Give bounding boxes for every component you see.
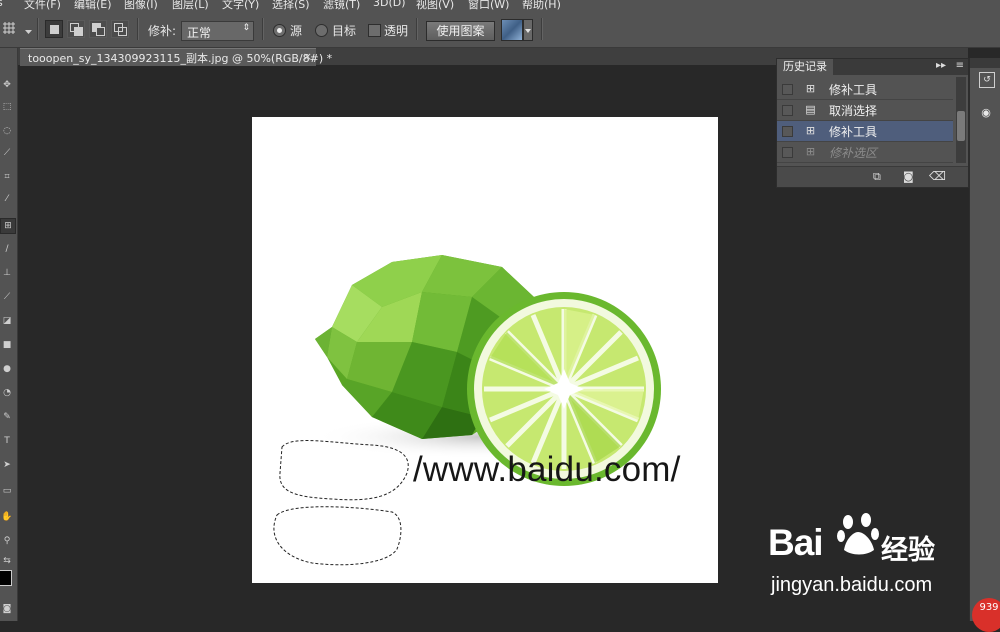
trash-icon[interactable]: ⌫ <box>929 169 946 183</box>
clone-stamp-tool-icon[interactable]: ⊥ <box>0 266 14 280</box>
camera-snapshot-icon[interactable]: ◙ <box>903 170 914 183</box>
brush-tool-icon[interactable]: ∕ <box>0 242 14 256</box>
path-select-tool-icon[interactable]: ➤ <box>0 458 14 472</box>
patch-tool-icon[interactable]: ⊞ <box>0 218 16 234</box>
quick-select-tool-icon[interactable]: ⟋ <box>0 146 14 160</box>
tools-panel: ✥ ⬚ ◌ ⟋ ⌗ ⁄ ⊞ ∕ ⊥ ⟋ ◪ ■ ● ◔ ✎ T ➤ ▭ ✋ ⚲ … <box>0 48 18 621</box>
document-title: tooopen_sy_134309923115_副本.jpg @ 50%(RGB… <box>28 52 333 65</box>
history-item[interactable]: ⊞ 修补工具 <box>777 79 953 100</box>
menu-edit[interactable]: 编辑(E) <box>74 0 112 10</box>
watermark-brand-suffix: 经验 <box>881 535 935 566</box>
intersect-selection-icon[interactable] <box>111 20 129 38</box>
move-tool-icon[interactable]: ✥ <box>0 78 14 92</box>
transparent-checkbox[interactable] <box>368 24 381 37</box>
patch-selection-marquee <box>273 440 409 566</box>
lasso-tool-icon[interactable]: ◌ <box>0 124 14 138</box>
new-document-from-state-icon[interactable]: ⧉ <box>873 170 881 184</box>
paw-logo-icon <box>837 513 879 555</box>
notification-badge[interactable]: 939 <box>972 598 1000 632</box>
eyedropper-tool-icon[interactable]: ⁄ <box>0 192 14 206</box>
preset-dropdown-arrow-icon[interactable] <box>25 25 32 38</box>
menu-help[interactable]: 帮助(H) <box>522 0 561 10</box>
pattern-swatch[interactable] <box>501 19 523 41</box>
history-scrollbar[interactable] <box>956 77 966 163</box>
menu-image[interactable]: 图像(I) <box>124 0 158 10</box>
image-canvas[interactable]: /www.baidu.com/ <box>252 117 718 583</box>
history-item-checkbox[interactable] <box>782 105 793 116</box>
document-tab[interactable]: tooopen_sy_134309923115_副本.jpg @ 50%(RGB… <box>20 48 332 66</box>
history-item-label: 修补工具 <box>829 83 878 97</box>
history-item-checkbox[interactable] <box>782 126 793 137</box>
history-item[interactable]: ▤ 取消选择 <box>777 100 953 121</box>
history-dock-icon[interactable]: ↺ <box>979 72 995 88</box>
foreground-color-swatch[interactable] <box>0 570 12 586</box>
properties-dock-icon[interactable]: ◉ <box>979 106 993 120</box>
patch-mode-value: 正常 <box>187 26 212 40</box>
menu-layer[interactable]: 图层(L) <box>172 0 209 10</box>
dock-header <box>970 58 1000 68</box>
crop-tool-icon[interactable]: ⌗ <box>0 170 14 184</box>
watermark-brand: Bai <box>768 522 824 563</box>
history-panel-header: 历史记录 ▸▸ ≡ <box>777 59 968 75</box>
history-item-label: 修补选区 <box>829 146 878 160</box>
updown-arrow-icon: ⇕ <box>242 23 250 33</box>
eraser-tool-icon[interactable]: ◪ <box>0 314 14 328</box>
add-to-selection-icon[interactable] <box>67 20 85 38</box>
pattern-dropdown-icon[interactable] <box>523 19 533 41</box>
watermark-url: jingyan.baidu.com <box>771 574 933 596</box>
menu-filter[interactable]: 滤镜(T) <box>323 0 360 10</box>
history-brush-tool-icon[interactable]: ⟋ <box>0 290 14 304</box>
history-item-label: 取消选择 <box>829 104 878 118</box>
menu-file[interactable]: 文件(F) <box>24 0 61 10</box>
marquee-tool-icon[interactable]: ⬚ <box>0 100 14 114</box>
history-item-checkbox[interactable] <box>782 84 793 95</box>
document-icon: ▤ <box>805 103 816 116</box>
history-item-label: 修补工具 <box>829 125 878 139</box>
subtract-from-selection-icon[interactable] <box>89 20 107 38</box>
patch-mode-select[interactable]: 正常 ⇕ <box>181 21 254 41</box>
history-panel-title[interactable]: 历史记录 <box>777 59 833 75</box>
swap-colors-icon[interactable]: ⇆ <box>0 554 14 568</box>
close-tab-icon[interactable]: × <box>303 50 312 63</box>
quick-mask-icon[interactable]: ◙ <box>0 602 14 616</box>
zoom-tool-icon[interactable]: ⚲ <box>0 534 14 548</box>
target-label: 目标 <box>332 24 357 38</box>
patch-label: 修补: <box>148 24 177 38</box>
patch-tool-icon: ⊞ <box>805 145 816 158</box>
shape-tool-icon[interactable]: ▭ <box>0 484 14 498</box>
menu-select[interactable]: 选择(S) <box>272 0 310 10</box>
new-selection-icon[interactable] <box>45 20 63 38</box>
type-tool-icon[interactable]: T <box>0 434 14 448</box>
ps-icon[interactable]: s <box>0 0 3 9</box>
patch-tool-icon: ⊞ <box>805 124 816 137</box>
history-panel-footer: ⧉ ◙ ⌫ <box>777 166 968 187</box>
transparent-label: 透明 <box>384 24 409 38</box>
menu-bar: s 文件(F) 编辑(E) 图像(I) 图层(L) 文字(Y) 选择(S) 滤镜… <box>0 0 1000 10</box>
source-label: 源 <box>290 24 303 38</box>
dodge-tool-icon[interactable]: ◔ <box>0 386 14 400</box>
menu-3d[interactable]: 3D(D) <box>373 0 406 9</box>
patch-tool-icon: ⊞ <box>805 82 816 95</box>
history-item-checkbox[interactable] <box>782 147 793 158</box>
baidu-jingyan-watermark: Bai 经验 jingyan.baidu.com <box>768 512 968 602</box>
panel-menu-icon[interactable]: ≡ <box>956 60 964 71</box>
menu-view[interactable]: 视图(V) <box>416 0 454 10</box>
panel-dock: ↺ ◉ <box>969 58 1000 621</box>
blur-tool-icon[interactable]: ● <box>0 362 14 376</box>
gradient-tool-icon[interactable]: ■ <box>0 338 14 352</box>
target-radio[interactable] <box>315 24 328 37</box>
use-pattern-button[interactable]: 使用图案 <box>426 21 495 41</box>
hand-tool-icon[interactable]: ✋ <box>0 510 14 524</box>
source-radio[interactable] <box>273 24 286 37</box>
history-panel: 历史记录 ▸▸ ≡ ⊞ 修补工具 ▤ 取消选择 ⊞ 修补工具 ⊞ 修补选区 ⧉ … <box>776 58 969 188</box>
pen-tool-icon[interactable]: ✎ <box>0 410 14 424</box>
patch-tool-preset-icon[interactable] <box>2 22 16 34</box>
menu-type[interactable]: 文字(Y) <box>222 0 259 10</box>
collapse-panel-icon[interactable]: ▸▸ <box>936 60 946 71</box>
history-scrollbar-thumb[interactable] <box>957 111 965 141</box>
menu-window[interactable]: 窗口(W) <box>468 0 509 10</box>
history-item-selected[interactable]: ⊞ 修补工具 <box>777 121 953 142</box>
history-item[interactable]: ⊞ 修补选区 <box>777 142 953 163</box>
options-bar: 修补: 正常 ⇕ 源 目标 透明 使用图案 <box>0 10 1000 48</box>
